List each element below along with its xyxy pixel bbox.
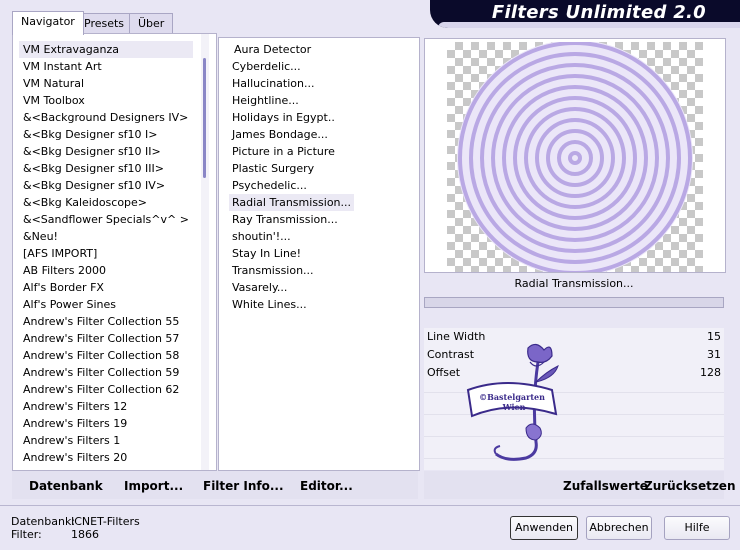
editor-button[interactable]: Editor...	[300, 479, 353, 493]
cancel-button[interactable]: Abbrechen	[586, 516, 652, 540]
app-title: Filters Unlimited 2.0	[491, 2, 706, 23]
tab-uber[interactable]: Über	[129, 13, 174, 34]
category-item[interactable]: &<Bkg Designer sf10 III>	[19, 160, 193, 177]
filter-list: Aura Detector Cyberdelic... Hallucination.…	[229, 41, 355, 313]
zuruecksetzen-button[interactable]: Zurücksetzen	[644, 479, 735, 493]
category-item[interactable]: AB Filters 2000	[19, 262, 193, 279]
category-scroll-thumb[interactable]	[203, 58, 206, 178]
svg-text:©Bastelgarten: ©Bastelgarten	[479, 392, 545, 402]
category-item[interactable]: VM Extravaganza	[19, 41, 193, 58]
preview-progress-bar	[424, 297, 724, 308]
radial-rings-preview	[457, 42, 693, 272]
filter-item[interactable]: Stay In Line!	[229, 245, 354, 262]
category-item[interactable]: Andrew's Filter Collection 55	[19, 313, 193, 330]
category-item[interactable]: VM Instant Art	[19, 58, 193, 75]
category-item[interactable]: &<Sandflower Specials^v^ >	[19, 211, 193, 228]
preview-panel	[424, 38, 726, 273]
filter-item[interactable]: Cyberdelic...	[229, 58, 354, 75]
title-banner: Filters Unlimited 2.0	[430, 0, 740, 28]
category-item[interactable]: Andrew's Filters 1	[19, 432, 193, 449]
category-item[interactable]: Andrew's Filter Collection 57	[19, 330, 193, 347]
filter-item[interactable]: Plastic Surgery	[229, 160, 354, 177]
category-list-panel: VM Extravaganza VM Instant Art VM Natural V…	[12, 33, 217, 471]
filter-list-panel: Aura Detector Cyberdelic... Hallucination.…	[218, 37, 420, 471]
zufallswerte-button[interactable]: Zufallswerte	[563, 479, 648, 493]
param-value[interactable]: 31	[707, 346, 721, 364]
filter-item[interactable]: Vasarely...	[229, 279, 354, 296]
preview-canvas	[447, 42, 703, 272]
tab-navigator[interactable]: Navigator	[12, 11, 84, 35]
category-item[interactable]: &Neu!	[19, 228, 193, 245]
param-value[interactable]: 15	[707, 328, 721, 346]
filter-item[interactable]: Holidays in Egypt..	[229, 109, 354, 126]
category-list: VM Extravaganza VM Instant Art VM Natural V…	[19, 41, 193, 470]
apply-button[interactable]: Anwenden	[510, 516, 578, 540]
import-button[interactable]: Import...	[124, 479, 183, 493]
filter-item[interactable]: Radial Transmission...	[229, 194, 355, 211]
filter-item[interactable]: Transmission...	[229, 262, 354, 279]
category-item[interactable]: &<Background Designers IV>	[19, 109, 193, 126]
category-item[interactable]: VM Toolbox	[19, 92, 193, 109]
status-filter-value: 1866	[71, 528, 99, 541]
category-item[interactable]: Alf's Border FX	[19, 279, 193, 296]
param-label: Offset	[427, 366, 461, 379]
filter-item[interactable]: Heightline...	[229, 92, 354, 109]
datenbank-button[interactable]: Datenbank	[29, 479, 103, 493]
category-item[interactable]: &<Bkg Designer sf10 I>	[19, 126, 193, 143]
help-button[interactable]: Hilfe	[664, 516, 730, 540]
filter-item[interactable]: Hallucination...	[229, 75, 354, 92]
status-db-value: ICNET-Filters	[71, 515, 140, 528]
category-item[interactable]: Andrew's Filter Collection 62	[19, 381, 193, 398]
filter-item[interactable]: Picture in a Picture	[229, 143, 354, 160]
category-item[interactable]: Andrew's Filters 19	[19, 415, 193, 432]
status-filter-label: Filter:	[11, 528, 42, 541]
filter-item[interactable]: James Bondage...	[229, 126, 354, 143]
category-item[interactable]: [AFS IMPORT]	[19, 245, 193, 262]
category-item[interactable]: Andrew's Filter Collection 59	[19, 364, 193, 381]
category-item[interactable]: Andrew's Filters 12	[19, 398, 193, 415]
category-item[interactable]: Andrew's Filters 20	[19, 449, 193, 466]
bastelgarten-watermark-logo: ©Bastelgarten Wien	[466, 343, 559, 461]
svg-text:Wien: Wien	[502, 402, 526, 412]
status-db-label: Datenbank:	[11, 515, 76, 528]
filter-info-button[interactable]: Filter Info...	[203, 479, 284, 493]
category-item[interactable]: Alf's Power Sines	[19, 296, 193, 313]
category-item[interactable]: &<Bkg Designer sf10 IV>	[19, 177, 193, 194]
preview-filter-name: Radial Transmission...	[514, 277, 634, 290]
footer-divider	[0, 505, 740, 506]
category-item[interactable]: Andrew's Filter Collection 58	[19, 347, 193, 364]
category-item[interactable]: &<Bkg Kaleidoscope>	[19, 194, 193, 211]
filter-item[interactable]: Aura Detector	[229, 41, 354, 58]
filter-item[interactable]: Ray Transmission...	[229, 211, 354, 228]
filter-item[interactable]: White Lines...	[229, 296, 354, 313]
filter-item[interactable]: Psychedelic...	[229, 177, 354, 194]
category-scrollbar[interactable]	[201, 34, 209, 470]
filter-item[interactable]: shoutin'!...	[229, 228, 354, 245]
category-item[interactable]: &<Bkg Designer sf10 II>	[19, 143, 193, 160]
category-item[interactable]: VM Natural	[19, 75, 193, 92]
param-value[interactable]: 128	[700, 364, 721, 382]
params-panel: Line Width 15 Contrast 31 Offset 128 ©Bastelg…	[424, 328, 724, 470]
